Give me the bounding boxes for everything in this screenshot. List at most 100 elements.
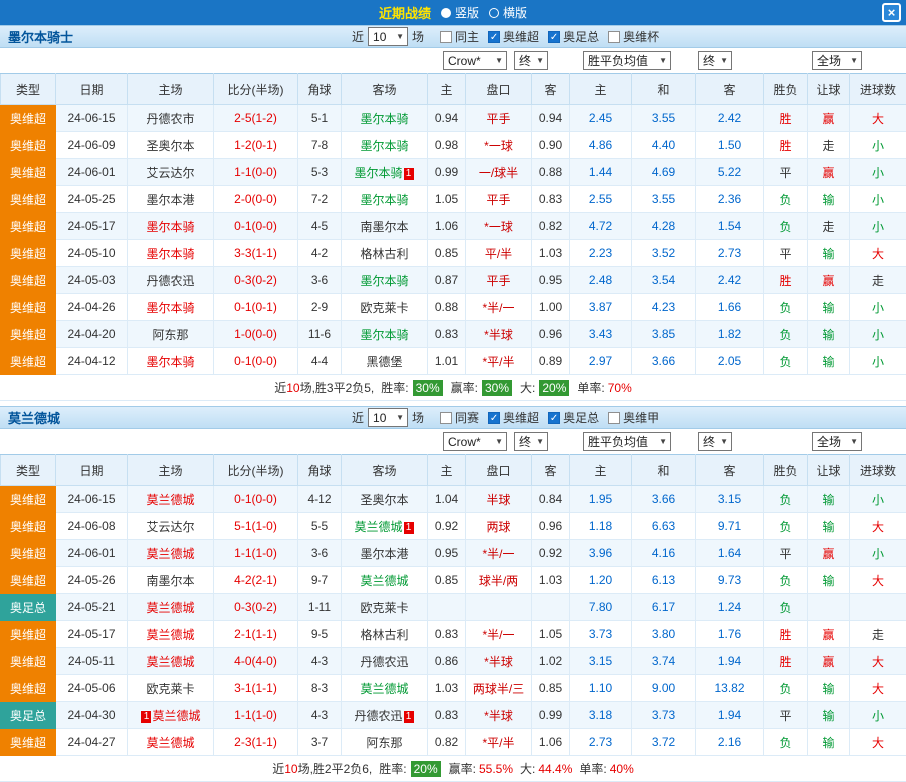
home-team[interactable]: 艾云达尔 xyxy=(128,159,214,186)
away-team[interactable]: 墨尔本骑 xyxy=(342,186,428,213)
score[interactable]: 1-1(0-0) xyxy=(214,159,298,186)
checkbox-checked-icon[interactable]: ✓ xyxy=(548,412,560,424)
home-team[interactable]: 南墨尔本 xyxy=(128,567,214,594)
asian-final-select[interactable]: 终▼ xyxy=(514,51,548,70)
home-team[interactable]: 莫兰德城 xyxy=(128,648,214,675)
home-team[interactable]: 墨尔本骑 xyxy=(128,294,214,321)
asian-away-odds: 0.99 xyxy=(532,702,570,729)
filter-checkbox-奥维甲[interactable]: 奥维甲 xyxy=(608,409,659,426)
away-team[interactable]: 墨尔本骑 xyxy=(342,132,428,159)
layout-vertical-radio[interactable]: 竖版 xyxy=(441,4,479,21)
score[interactable]: 4-0(4-0) xyxy=(214,648,298,675)
away-team[interactable]: 欧克莱卡 xyxy=(342,594,428,621)
home-team[interactable]: 阿东那 xyxy=(128,321,214,348)
away-team[interactable]: 丹德农迅 xyxy=(342,648,428,675)
games-count-select[interactable]: 10▼ xyxy=(368,408,408,427)
away-team[interactable]: 丹德农迅1 xyxy=(342,702,428,729)
checkbox-unchecked-icon[interactable] xyxy=(440,31,452,43)
score[interactable]: 3-1(1-1) xyxy=(214,675,298,702)
bookmaker-select[interactable]: Crow*▼ xyxy=(443,51,507,70)
home-team[interactable]: 墨尔本骑 xyxy=(128,348,214,375)
home-team[interactable]: 1莫兰德城 xyxy=(128,702,214,729)
asian-final-select[interactable]: 终▼ xyxy=(514,432,548,451)
filter-checkbox-奥足总[interactable]: ✓奥足总 xyxy=(548,28,599,45)
scope-select[interactable]: 全场▼ xyxy=(812,51,862,70)
home-team[interactable]: 丹德农市 xyxy=(128,105,214,132)
score[interactable]: 1-1(1-0) xyxy=(214,540,298,567)
away-team[interactable]: 欧克莱卡 xyxy=(342,294,428,321)
over-under-result: 小 xyxy=(850,213,906,240)
away-team[interactable]: 墨尔本骑 xyxy=(342,321,428,348)
score[interactable]: 2-3(1-1) xyxy=(214,729,298,756)
filter-checkbox-奥维超[interactable]: ✓奥维超 xyxy=(488,409,539,426)
home-team[interactable]: 莫兰德城 xyxy=(128,486,214,513)
checkbox-unchecked-icon[interactable] xyxy=(608,31,620,43)
home-team[interactable]: 艾云达尔 xyxy=(128,513,214,540)
league-tag: 奥维超 xyxy=(1,513,56,540)
home-team[interactable]: 莫兰德城 xyxy=(128,621,214,648)
europe-odds-select[interactable]: 胜平负均值▼ xyxy=(583,432,671,451)
score[interactable]: 2-5(1-2) xyxy=(214,105,298,132)
away-team[interactable]: 莫兰德城 xyxy=(342,675,428,702)
bookmaker-select[interactable]: Crow*▼ xyxy=(443,432,507,451)
score[interactable]: 1-1(1-0) xyxy=(214,702,298,729)
away-team[interactable]: 格林古利 xyxy=(342,240,428,267)
score[interactable]: 5-1(1-0) xyxy=(214,513,298,540)
score[interactable]: 1-0(0-0) xyxy=(214,321,298,348)
filter-checkbox-奥足总[interactable]: ✓奥足总 xyxy=(548,409,599,426)
home-team[interactable]: 丹德农迅 xyxy=(128,267,214,294)
away-team[interactable]: 黑德堡 xyxy=(342,348,428,375)
home-team[interactable]: 墨尔本骑 xyxy=(128,240,214,267)
score[interactable]: 0-1(0-0) xyxy=(214,213,298,240)
scope-select[interactable]: 全场▼ xyxy=(812,432,862,451)
home-team[interactable]: 圣奥尔本 xyxy=(128,132,214,159)
score[interactable]: 0-1(0-0) xyxy=(214,486,298,513)
score[interactable]: 1-2(0-1) xyxy=(214,132,298,159)
layout-horizontal-radio[interactable]: 横版 xyxy=(489,4,527,21)
checkbox-checked-icon[interactable]: ✓ xyxy=(488,412,500,424)
euro-home-odds: 1.20 xyxy=(570,567,632,594)
away-team[interactable]: 墨尔本骑 xyxy=(342,267,428,294)
checkbox-unchecked-icon[interactable] xyxy=(608,412,620,424)
euro-away-odds: 3.15 xyxy=(696,486,764,513)
score[interactable]: 2-1(1-1) xyxy=(214,621,298,648)
close-button[interactable]: × xyxy=(882,3,901,22)
away-team[interactable]: 墨尔本骑1 xyxy=(342,159,428,186)
score[interactable]: 0-3(0-2) xyxy=(214,267,298,294)
away-team[interactable]: 阿东那 xyxy=(342,729,428,756)
home-team[interactable]: 欧克莱卡 xyxy=(128,675,214,702)
away-team[interactable]: 墨尔本港 xyxy=(342,540,428,567)
checkbox-checked-icon[interactable]: ✓ xyxy=(548,31,560,43)
radio-unselected-icon[interactable] xyxy=(489,8,499,18)
score[interactable]: 0-1(0-1) xyxy=(214,294,298,321)
score[interactable]: 0-3(0-2) xyxy=(214,594,298,621)
away-team[interactable]: 莫兰德城 xyxy=(342,567,428,594)
checkbox-unchecked-icon[interactable] xyxy=(440,412,452,424)
away-team[interactable]: 莫兰德城1 xyxy=(342,513,428,540)
europe-odds-select[interactable]: 胜平负均值▼ xyxy=(583,51,671,70)
score[interactable]: 3-3(1-1) xyxy=(214,240,298,267)
filter-checkbox-同赛[interactable]: 同赛 xyxy=(440,409,479,426)
filter-checkbox-奥维超[interactable]: ✓奥维超 xyxy=(488,28,539,45)
away-team[interactable]: 墨尔本骑 xyxy=(342,105,428,132)
score[interactable]: 0-1(0-0) xyxy=(214,348,298,375)
score[interactable]: 2-0(0-0) xyxy=(214,186,298,213)
games-count-select[interactable]: 10▼ xyxy=(368,27,408,46)
team-name[interactable]: 墨尔本骑士 xyxy=(8,27,73,46)
away-team[interactable]: 格林古利 xyxy=(342,621,428,648)
home-team[interactable]: 莫兰德城 xyxy=(128,594,214,621)
home-team[interactable]: 莫兰德城 xyxy=(128,540,214,567)
radio-selected-icon[interactable] xyxy=(441,8,451,18)
europe-final-select[interactable]: 终▼ xyxy=(698,51,732,70)
filter-checkbox-同主[interactable]: 同主 xyxy=(440,28,479,45)
europe-final-select[interactable]: 终▼ xyxy=(698,432,732,451)
home-team[interactable]: 墨尔本骑 xyxy=(128,213,214,240)
team-name[interactable]: 莫兰德城 xyxy=(8,408,60,427)
filter-checkbox-奥维杯[interactable]: 奥维杯 xyxy=(608,28,659,45)
away-team[interactable]: 南墨尔本 xyxy=(342,213,428,240)
home-team[interactable]: 莫兰德城 xyxy=(128,729,214,756)
away-team[interactable]: 圣奥尔本 xyxy=(342,486,428,513)
checkbox-checked-icon[interactable]: ✓ xyxy=(488,31,500,43)
home-team[interactable]: 墨尔本港 xyxy=(128,186,214,213)
score[interactable]: 4-2(2-1) xyxy=(214,567,298,594)
